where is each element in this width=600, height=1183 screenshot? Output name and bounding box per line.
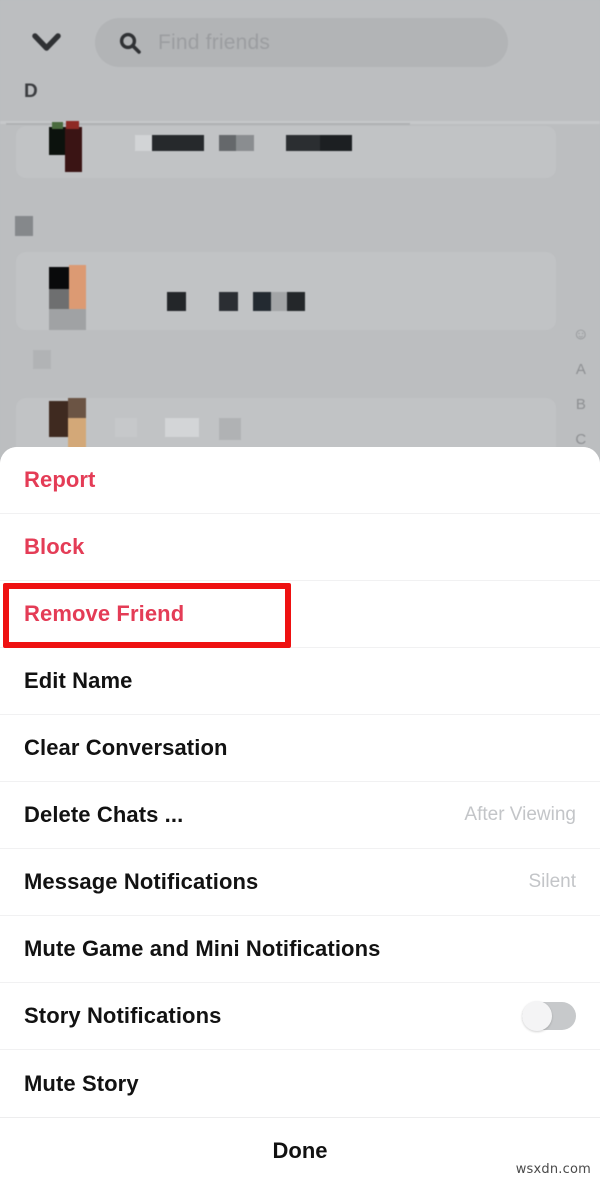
menu-item-mute-story[interactable]: Mute Story bbox=[0, 1050, 600, 1117]
menu-item-label: Story Notifications bbox=[24, 1003, 222, 1028]
redacted-text bbox=[320, 135, 352, 151]
list-divider bbox=[0, 121, 600, 125]
search-icon bbox=[119, 32, 141, 54]
avatar bbox=[49, 309, 86, 330]
list-item[interactable] bbox=[16, 252, 556, 330]
redacted-text bbox=[219, 135, 236, 151]
menu-item-label: Edit Name bbox=[24, 668, 133, 693]
menu-item-mute-game-and-mini-notifications[interactable]: Mute Game and Mini Notifications bbox=[0, 916, 600, 983]
menu-item-clear-conversation[interactable]: Clear Conversation bbox=[0, 715, 600, 782]
avatar bbox=[49, 289, 69, 309]
menu-item-label: Message Notifications bbox=[24, 869, 259, 894]
toggle-knob bbox=[522, 1001, 552, 1031]
menu-item-block[interactable]: Block bbox=[0, 514, 600, 581]
screen: Find friends D ☺ A B C Report Block Remo… bbox=[0, 0, 600, 1183]
menu-item-label: Mute Game and Mini Notifications bbox=[24, 936, 381, 961]
menu-item-remove-friend[interactable]: Remove Friend bbox=[0, 581, 600, 648]
redacted-text bbox=[253, 292, 271, 311]
menu-item-value: After Viewing bbox=[464, 804, 576, 825]
avatar bbox=[69, 265, 86, 310]
redacted-badge bbox=[33, 350, 51, 369]
menu-item-edit-name[interactable]: Edit Name bbox=[0, 648, 600, 715]
menu-item-label: Report bbox=[24, 467, 96, 492]
done-button-label: Done bbox=[272, 1137, 328, 1163]
friend-options-action-sheet: Report Block Remove Friend Edit Name Cle… bbox=[0, 447, 600, 1183]
avatar bbox=[66, 121, 79, 129]
redacted-text bbox=[135, 135, 152, 151]
menu-item-label: Delete Chats ... bbox=[24, 802, 184, 827]
done-button[interactable]: Done bbox=[0, 1117, 600, 1183]
search-placeholder: Find friends bbox=[158, 30, 271, 54]
search-input[interactable]: Find friends bbox=[95, 18, 508, 67]
list-item[interactable] bbox=[16, 126, 556, 178]
menu-item-message-notifications[interactable]: Message Notifications Silent bbox=[0, 849, 600, 916]
chevron-down-icon[interactable] bbox=[30, 28, 63, 56]
smiley-face-icon[interactable]: ☺ bbox=[573, 327, 589, 343]
redacted-text bbox=[167, 292, 186, 311]
alpha-index-letter[interactable]: C bbox=[575, 431, 586, 448]
redacted-text bbox=[271, 292, 287, 311]
menu-item-label: Block bbox=[24, 534, 85, 559]
menu-item-label: Clear Conversation bbox=[24, 735, 228, 760]
avatar bbox=[68, 398, 86, 418]
watermark: wsxdn.com bbox=[515, 1162, 591, 1177]
avatar bbox=[49, 267, 69, 289]
redacted-text bbox=[115, 418, 137, 437]
redacted-text bbox=[152, 135, 204, 151]
section-header-letter: D bbox=[24, 81, 38, 102]
story-notifications-toggle[interactable] bbox=[522, 1001, 576, 1031]
redacted-text bbox=[236, 135, 254, 151]
redacted-text bbox=[219, 292, 238, 311]
alpha-index-letter[interactable]: B bbox=[576, 396, 586, 413]
menu-item-label: Mute Story bbox=[24, 1070, 139, 1096]
redacted-badge bbox=[15, 216, 33, 236]
avatar bbox=[49, 401, 68, 437]
redacted-text bbox=[219, 418, 241, 440]
alpha-index-letter[interactable]: A bbox=[576, 361, 586, 378]
menu-item-delete-chats[interactable]: Delete Chats ... After Viewing bbox=[0, 782, 600, 849]
redacted-text bbox=[165, 418, 199, 437]
avatar bbox=[49, 127, 65, 155]
avatar bbox=[52, 122, 63, 129]
menu-item-label: Remove Friend bbox=[24, 601, 185, 626]
redacted-text bbox=[287, 292, 305, 311]
redacted-text bbox=[286, 135, 320, 151]
menu-item-report[interactable]: Report bbox=[0, 447, 600, 514]
menu-item-story-notifications[interactable]: Story Notifications bbox=[0, 983, 600, 1050]
menu-item-value: Silent bbox=[528, 871, 576, 892]
avatar bbox=[65, 127, 82, 172]
